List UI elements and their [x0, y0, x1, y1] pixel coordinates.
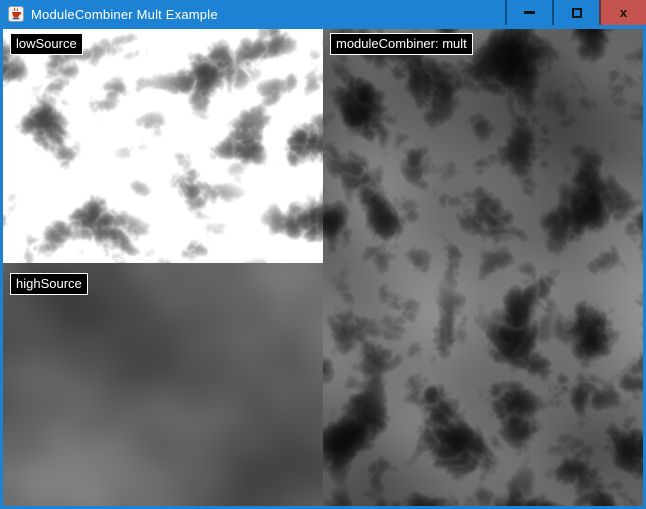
- close-button[interactable]: x: [599, 0, 646, 25]
- noise-image-lowSource: [3, 29, 323, 263]
- content-area: lowSource highSource moduleCombiner: mult: [3, 29, 643, 506]
- minimize-icon: [524, 11, 535, 14]
- noise-panel-highSource: highSource: [3, 263, 323, 506]
- panel-label-highSource: highSource: [10, 273, 88, 295]
- noise-image-highSource: [3, 263, 323, 506]
- noise-image-combined: [323, 29, 643, 506]
- noise-panel-lowSource: lowSource: [3, 29, 323, 263]
- titlebar[interactable]: ModuleCombiner Mult Example x: [0, 0, 646, 29]
- java-coffee-cup-icon: [8, 6, 24, 22]
- panel-label-combined: moduleCombiner: mult: [330, 33, 473, 55]
- close-icon: x: [620, 6, 627, 19]
- window-controls: x: [505, 0, 646, 25]
- app-window: ModuleCombiner Mult Example x lowSource h…: [0, 0, 646, 509]
- window-title: ModuleCombiner Mult Example: [31, 7, 218, 22]
- panel-label-lowSource: lowSource: [10, 33, 83, 55]
- noise-panel-combined: moduleCombiner: mult: [323, 29, 643, 506]
- maximize-button[interactable]: [552, 0, 599, 25]
- maximize-icon: [572, 8, 582, 18]
- minimize-button[interactable]: [505, 0, 552, 25]
